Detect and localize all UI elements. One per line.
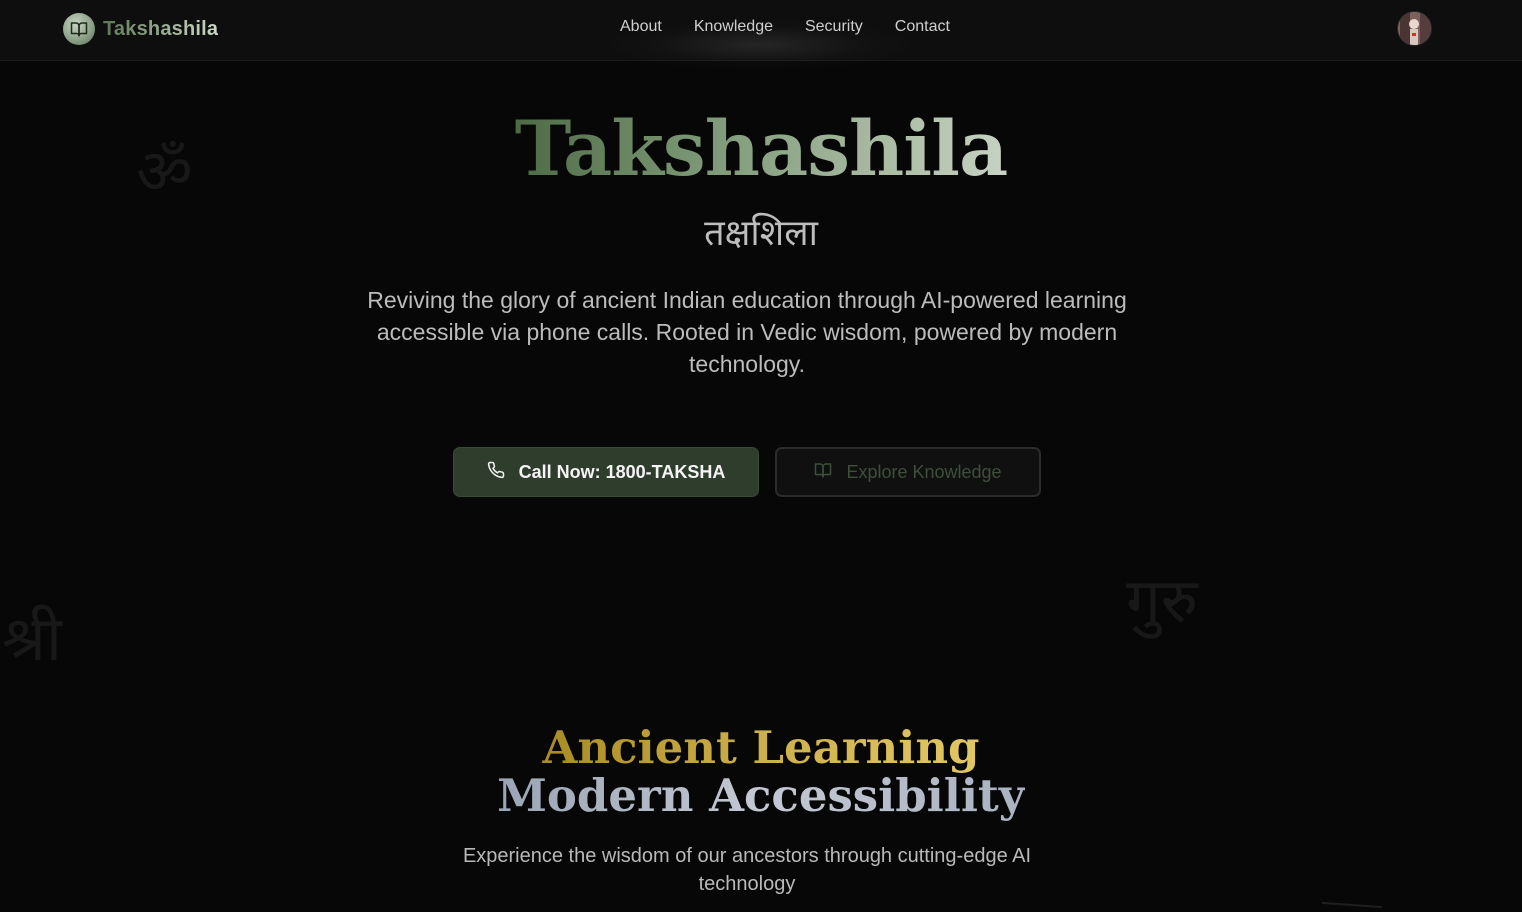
guru-symbol: गुरु [1126,564,1198,637]
nav-link-knowledge[interactable]: Knowledge [694,18,773,36]
section-description: Experience the wisdom of our ancestors t… [462,845,1032,895]
open-book-icon [63,13,95,45]
open-book-icon [814,461,832,484]
brand-name: Takshashila [103,17,219,40]
nav-link-contact[interactable]: Contact [895,18,950,36]
hero-description: Reviving the glory of ancient Indian edu… [367,287,1127,377]
nav-link-about[interactable]: About [620,18,662,36]
decorative-stroke [1322,901,1382,909]
hero-title-text: Takshashila [514,104,1008,193]
navbar: Takshashila About Knowledge Security Con… [0,0,1522,70]
explore-knowledge-button[interactable]: Explore Knowledge [775,447,1041,497]
nav-links: About Knowledge Security Contact [620,18,950,36]
phone-icon [487,461,505,484]
call-now-button[interactable]: Call Now: 1800-TAKSHA [453,447,759,497]
explore-knowledge-label: Explore Knowledge [846,461,1002,482]
brand-logo-link[interactable]: Takshashila [63,13,218,45]
user-avatar[interactable] [1398,12,1431,45]
section-heading-line2: Modern Accessibility [0,768,1522,824]
nav-link-security[interactable]: Security [805,18,863,36]
section-heading-line1-text: Ancient Learning [542,721,980,774]
hero-title: Takshashila [0,104,1522,194]
hero-subtitle: तक्षशिला [704,213,818,254]
call-now-label: Call Now: 1800-TAKSHA [518,461,726,482]
page: Takshashila About Knowledge Security Con… [0,0,1522,912]
section-heading-line2-text: Modern Accessibility [497,769,1025,822]
shri-symbol: श्री [2,602,62,675]
